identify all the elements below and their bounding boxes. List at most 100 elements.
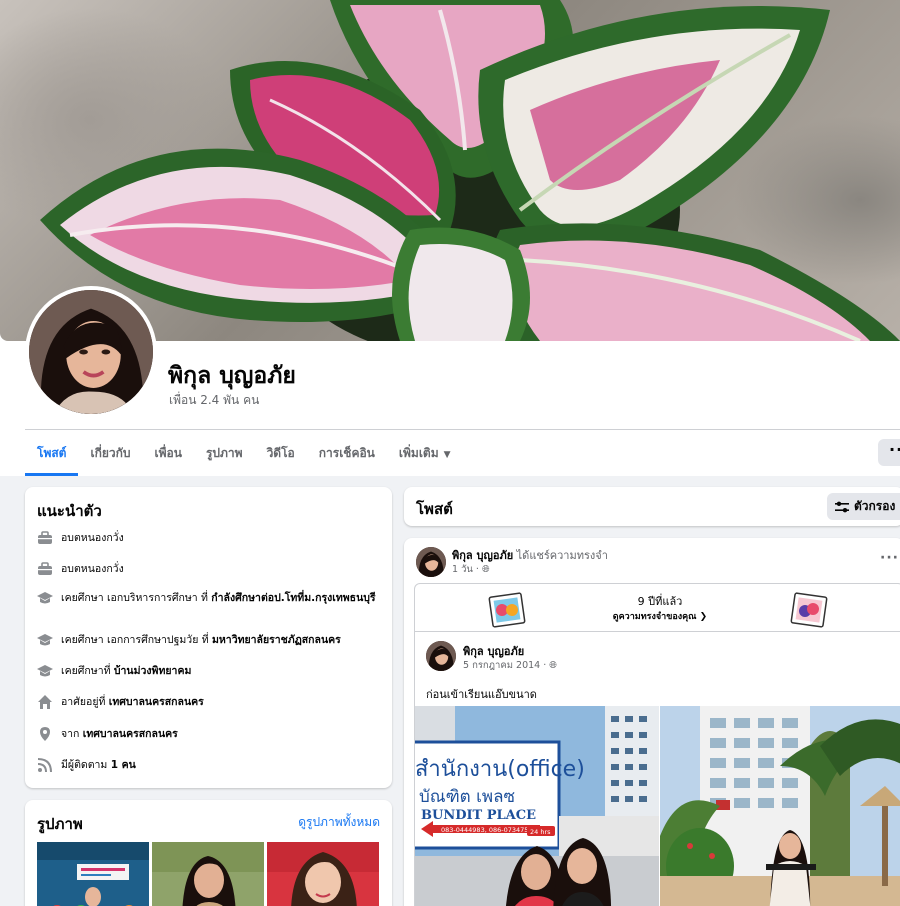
shared-timestamp[interactable]: 5 กรกฎาคม 2014 · 🌐︎ xyxy=(463,658,557,673)
intro-link[interactable]: บ้านม่วงพิทยาคม xyxy=(114,665,192,677)
intro-link[interactable]: กำลังศึกษาต่อป.โทที่ม.กรุงเทพธนบุรี xyxy=(211,592,375,604)
intro-text: เคยศึกษาที่ บ้านม่วงพิทยาคม xyxy=(61,663,191,679)
profile-tabs: โพสต์ เกี่ยวกับ เพื่อน รูปภาพ วิดีโอ การ… xyxy=(25,430,463,476)
post-card: พิกุล บุญอภัย ได้แชร์ความทรงจำ 1 วัน · 🌐… xyxy=(404,538,900,906)
briefcase-icon xyxy=(37,530,53,546)
profile-header: พิกุล บุญอภัย เพื่อน 2.4 พัน คน โพสต์ เก… xyxy=(0,0,900,476)
intro-work-1: อบตหนองกวั่ง xyxy=(37,530,377,546)
intro-education-2: เคยศึกษา เอกการศึกษาปฐมวัย ที่ มหาวิทยาล… xyxy=(37,632,377,648)
intro-prefix: อาศัยอยู่ที่ xyxy=(61,696,109,708)
sign-line-1: สำนักงาน(office) xyxy=(415,757,585,782)
tab-label: วิดีโอ xyxy=(266,446,295,460)
filter-button[interactable]: ตัวกรอง xyxy=(827,493,900,520)
cover-image xyxy=(40,0,900,341)
profile-picture[interactable] xyxy=(25,286,157,418)
intro-link[interactable]: เทศบาลนครสกลนคร xyxy=(109,696,204,708)
see-all-photos-link[interactable]: ดูรูปภาพทั้งหมด xyxy=(298,813,380,832)
intro-from: จาก เทศบาลนครสกลนคร xyxy=(37,726,377,742)
tab-label: โพสต์ xyxy=(37,446,67,460)
memory-banner[interactable]: 9 ปีที่แล้ว ดูความทรงจำของคุณ ❯ xyxy=(414,583,900,631)
tab-label: รูปภาพ xyxy=(205,446,243,460)
intro-link[interactable]: มหาวิทยาลัยราชภัฏสกลนคร xyxy=(212,634,341,646)
intro-education-1: เคยศึกษา เอกบริหารการศึกษา ที่ กำลังศึกษ… xyxy=(37,590,377,606)
intro-prefix: เคยศึกษา เอกการศึกษาปฐมวัย ที่ xyxy=(61,634,212,646)
briefcase-icon xyxy=(37,561,53,577)
photo-thumbnail[interactable] xyxy=(37,842,149,906)
intro-text[interactable]: อบตหนองกวั่ง xyxy=(61,561,124,577)
shared-photo-1-image: สำนักงาน(office) บัณฑิต เพลซ BUNDIT PLAC… xyxy=(415,706,659,906)
shared-post: พิกุล บุญอภัย 5 กรกฎาคม 2014 · 🌐︎ ก่อนเข… xyxy=(414,631,900,906)
profile-name: พิกุล บุญอภัย xyxy=(168,363,296,389)
tab-more[interactable]: เพิ่มเติม ▼ xyxy=(387,430,463,476)
shared-photo-2[interactable] xyxy=(660,706,900,906)
tab-photos[interactable]: รูปภาพ xyxy=(194,430,255,476)
shared-author-avatar[interactable] xyxy=(426,641,456,671)
sign-line-2: บัณฑิต เพลซ xyxy=(419,787,515,807)
avatar-image xyxy=(426,641,456,671)
more-options-button[interactable]: ··· xyxy=(878,439,900,466)
graduation-cap-icon xyxy=(37,632,53,648)
posts-header-card: โพสต์ ตัวกรอง xyxy=(404,487,900,526)
intro-text: เคยศึกษา เอกบริหารการศึกษา ที่ กำลังศึกษ… xyxy=(61,590,376,606)
sign-phone: 083-0444983, 086-0734757 xyxy=(441,826,533,834)
shared-photo-1[interactable]: สำนักงาน(office) บัณฑิต เพลซ BUNDIT PLAC… xyxy=(415,706,659,906)
sliders-icon xyxy=(835,501,849,512)
tab-check-ins[interactable]: การเช็คอิน xyxy=(307,430,387,476)
photos-title: รูปภาพ xyxy=(37,815,83,833)
intro-work-2: อบตหนองกวั่ง xyxy=(37,561,377,577)
intro-text: เคยศึกษา เอกการศึกษาปฐมวัย ที่ มหาวิทยาล… xyxy=(61,632,341,648)
tab-label: เพื่อน xyxy=(154,446,182,460)
shared-photo-2-image xyxy=(660,706,900,906)
shared-post-text: ก่อนเข้าเรียนแอ๊บขนาด xyxy=(426,688,537,701)
tab-videos[interactable]: วิดีโอ xyxy=(255,430,307,476)
intro-text: อาศัยอยู่ที่ เทศบาลนครสกลนคร xyxy=(61,694,204,710)
post-time-text: 1 วัน · xyxy=(452,564,482,575)
home-icon xyxy=(37,694,53,710)
filter-label: ตัวกรอง xyxy=(854,499,896,513)
intro-text[interactable]: อบตหนองกวั่ง xyxy=(61,530,124,546)
intro-prefix: จาก xyxy=(61,728,83,740)
posts-title: โพสต์ xyxy=(416,500,453,518)
photo-thumbnail-image xyxy=(152,842,264,906)
tab-label: เพิ่มเติม xyxy=(398,446,439,460)
cover-photo[interactable] xyxy=(0,0,900,341)
post-action: ได้แชร์ความทรงจำ xyxy=(513,549,608,562)
intro-prefix: มีผู้ติดตาม xyxy=(61,759,111,771)
photo-thumbnail-image xyxy=(267,842,379,906)
intro-title: แนะนำตัว xyxy=(37,502,102,520)
intro-prefix: เคยศึกษา เอกบริหารการศึกษา ที่ xyxy=(61,592,212,604)
tab-posts[interactable]: โพสต์ xyxy=(25,430,79,476)
location-pin-icon xyxy=(37,726,53,742)
photo-thumbnail[interactable] xyxy=(152,842,264,906)
intro-text: จาก เทศบาลนครสกลนคร xyxy=(61,726,178,742)
rss-icon xyxy=(37,757,53,773)
intro-followers: มีผู้ติดตาม 1 คน xyxy=(37,757,377,773)
globe-icon: 🌐︎ xyxy=(481,564,490,575)
post-timestamp[interactable]: 1 วัน · 🌐︎ xyxy=(452,562,490,577)
post-author-avatar[interactable] xyxy=(416,547,446,577)
intro-education-3: เคยศึกษาที่ บ้านม่วงพิทยาคม xyxy=(37,663,377,679)
post-options-button[interactable]: ··· xyxy=(880,550,899,566)
tab-friends[interactable]: เพื่อน xyxy=(143,430,194,476)
tab-about[interactable]: เกี่ยวกับ xyxy=(78,430,142,476)
sign-badge: 24 hrs xyxy=(530,828,551,836)
tab-label: เกี่ยวกับ xyxy=(90,446,131,460)
globe-icon: 🌐︎ xyxy=(549,660,557,671)
intro-link[interactable]: 1 คน xyxy=(111,759,136,771)
caret-down-icon: ▼ xyxy=(443,450,451,460)
friend-count[interactable]: เพื่อน 2.4 พัน คน xyxy=(169,391,259,410)
graduation-cap-icon xyxy=(37,590,53,606)
tab-label: การเช็คอิน xyxy=(318,446,375,460)
intro-card: แนะนำตัว อบตหนองกวั่ง อบตหนองกวั่ง เคยศึ… xyxy=(25,487,392,788)
post-author-name[interactable]: พิกุล บุญอภัย xyxy=(452,549,513,562)
photo-thumbnail-image xyxy=(37,842,149,906)
graduation-cap-icon xyxy=(37,663,53,679)
profile-picture-image xyxy=(29,290,153,414)
sign-line-3: BUNDIT PLACE xyxy=(421,808,536,823)
avatar-image xyxy=(416,547,446,577)
photo-thumbnail[interactable] xyxy=(267,842,379,906)
intro-lives-in: อาศัยอยู่ที่ เทศบาลนครสกลนคร xyxy=(37,694,377,710)
intro-text: มีผู้ติดตาม 1 คน xyxy=(61,757,136,773)
intro-prefix: เคยศึกษาที่ xyxy=(61,665,114,677)
intro-link[interactable]: เทศบาลนครสกลนคร xyxy=(83,728,178,740)
